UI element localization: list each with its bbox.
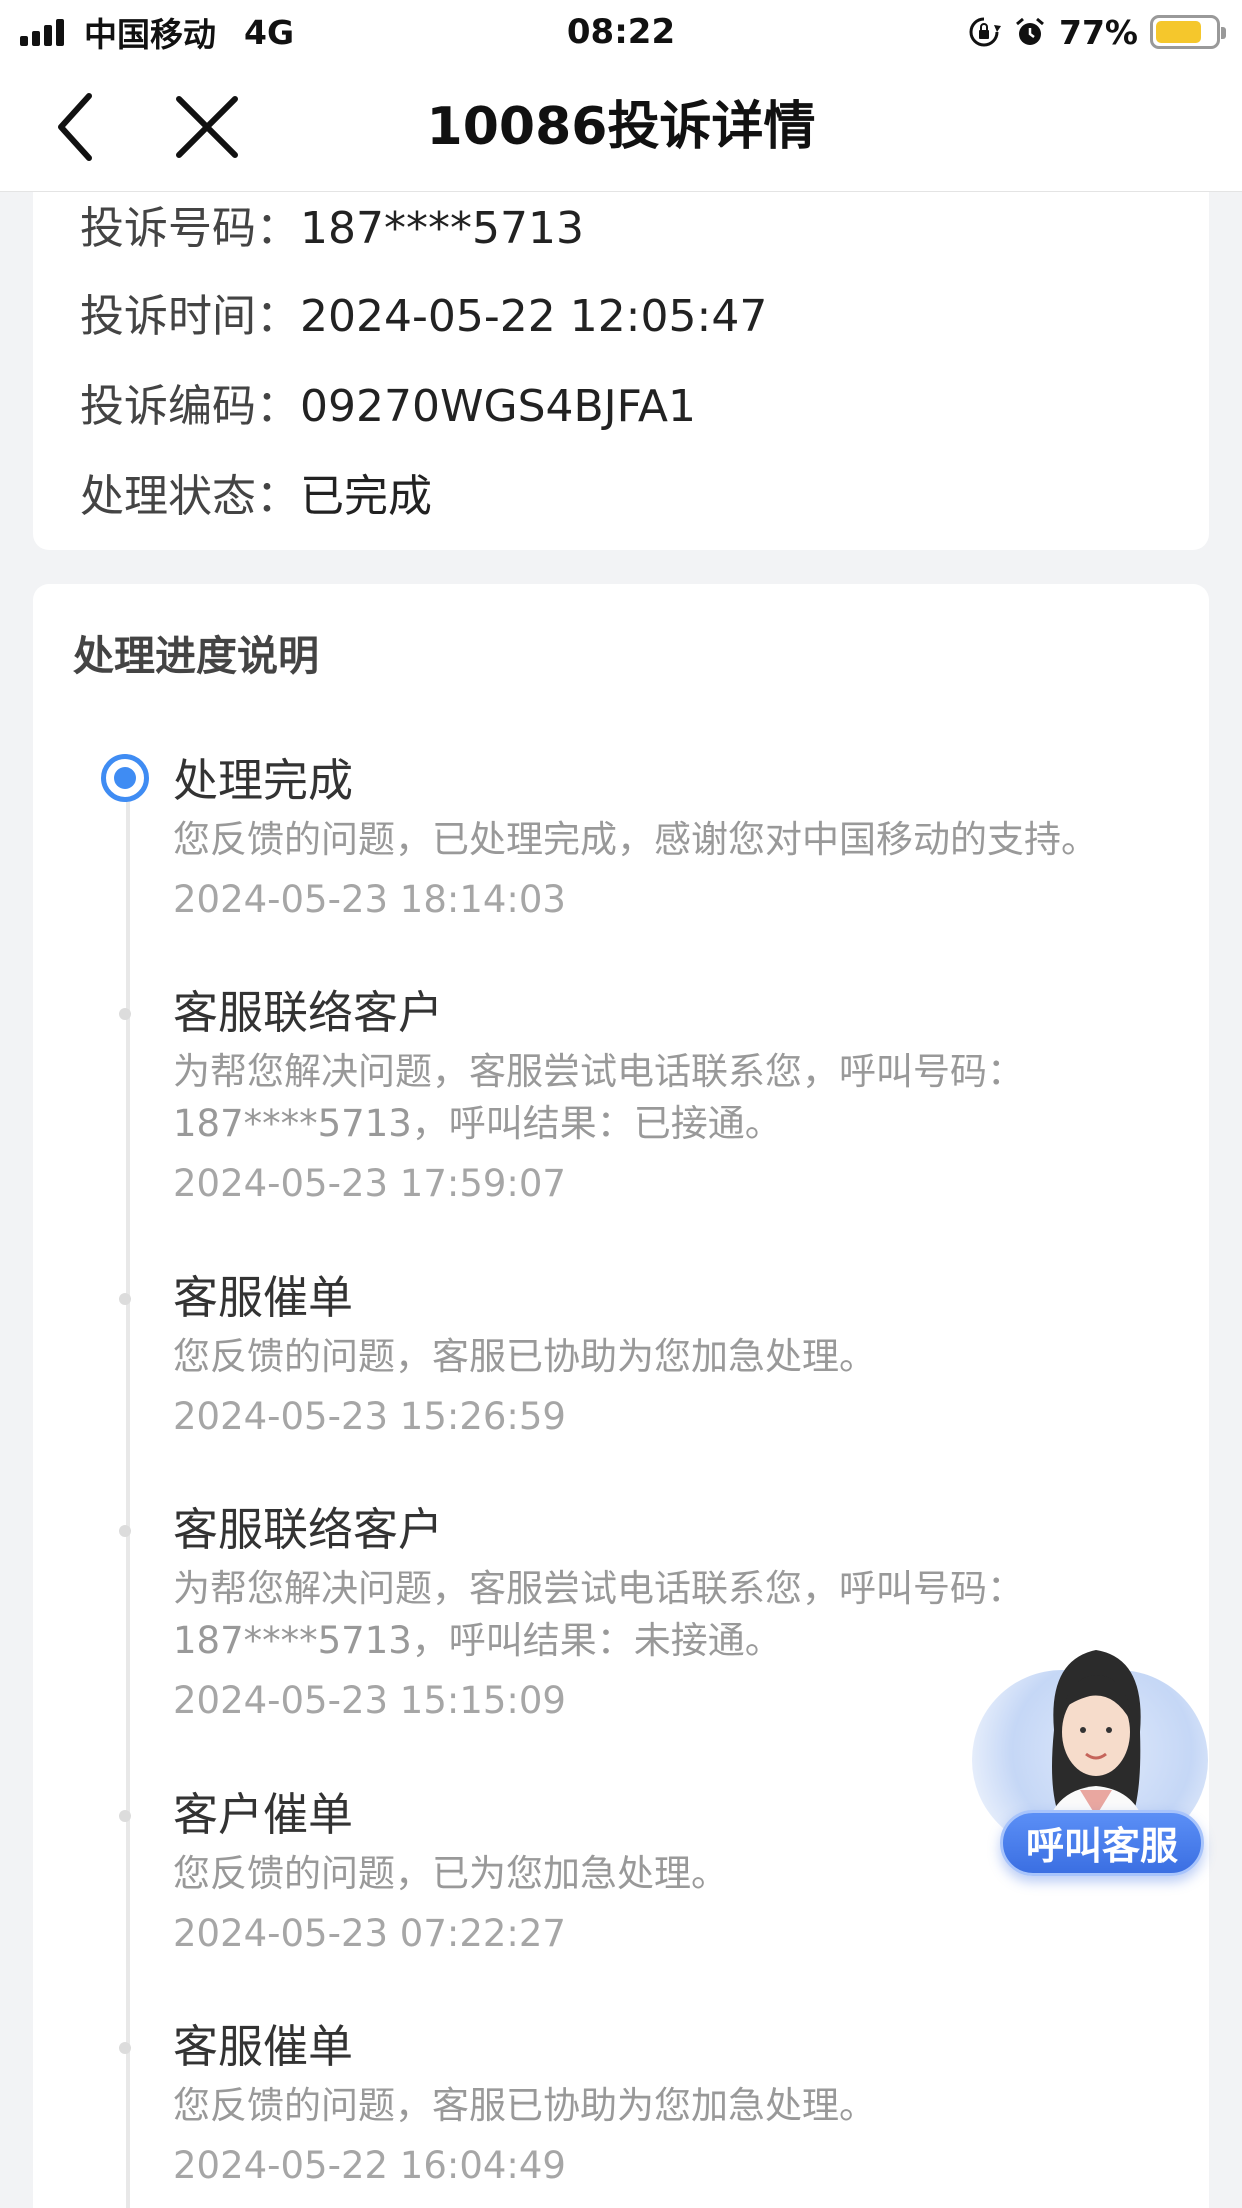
complaint-number-value: 187****5713 — [300, 203, 584, 254]
complaint-code-label: 投诉编码： — [80, 381, 300, 432]
timeline-item-title: 处理完成 — [173, 754, 354, 807]
call-service-float[interactable]: 呼叫客服 — [966, 1640, 1216, 1890]
status-row: 处理状态：已完成 — [80, 460, 432, 524]
status-bar: 中国移动 4G 08:22 77% — [0, 0, 1242, 62]
complaint-number-row: 投诉号码：187****5713 — [80, 192, 584, 256]
complaint-time-label: 投诉时间： — [80, 291, 300, 342]
complaint-time-row: 投诉时间：2024-05-22 12:05:47 — [80, 280, 767, 344]
timeline-item-title: 客服联络客户 — [173, 986, 444, 1039]
timeline-item: 客服催单 您反馈的问题，客服已协助为您加急处理。 2024-05-23 15:2… — [119, 1269, 1173, 1443]
timeline-item-desc: 您反馈的问题，客服已协助为您加急处理。 — [173, 1335, 876, 1378]
alarm-icon — [1016, 17, 1044, 45]
timeline-item-desc: 您反馈的问题，客服已协助为您加急处理。 — [173, 2084, 876, 2127]
timeline-item-time: 2024-05-23 07:22:27 — [173, 1912, 566, 1955]
section-title: 处理进度说明 — [73, 632, 319, 680]
timeline-dot-icon — [119, 2042, 131, 2054]
timeline-line — [126, 784, 130, 2208]
timeline-item-title: 客服联络客户 — [173, 1503, 444, 1556]
timeline-dot-icon — [119, 1810, 131, 1822]
status-label: 处理状态： — [80, 471, 300, 522]
timeline-item-title: 客服催单 — [173, 2020, 354, 2073]
timeline-dot-icon — [119, 1293, 131, 1305]
timeline-item: 客服催单 您反馈的问题，客服已协助为您加急处理。 2024-05-22 16:0… — [119, 2018, 1173, 2192]
timeline-item-time: 2024-05-23 17:59:07 — [173, 1162, 566, 1205]
page-title: 10086投诉详情 — [426, 97, 816, 157]
complaint-time-value: 2024-05-22 12:05:47 — [300, 291, 768, 342]
progress-card: 处理进度说明 处理完成 您反馈的问题，已处理完成，感谢您对中国移动的支持。 20… — [33, 584, 1209, 2208]
complaint-info-card: 投诉号码：187****5713 投诉时间：2024-05-22 12:05:4… — [33, 192, 1209, 550]
timeline-item: 客服联络客户 为帮您解决问题，客服尝试电话联系您，呼叫号码：187****571… — [119, 984, 1173, 1210]
timeline-item-title: 客服催单 — [173, 1271, 354, 1324]
timeline-item-time: 2024-05-23 15:26:59 — [173, 1395, 566, 1438]
complaint-number-label: 投诉号码： — [80, 203, 300, 254]
timeline-item-desc: 您反馈的问题，已处理完成，感谢您对中国移动的支持。 — [173, 818, 1098, 861]
status-right: 77% — [967, 10, 1226, 54]
timeline-item-time: 2024-05-22 16:04:49 — [173, 2144, 566, 2187]
timeline-active-dot-icon — [101, 754, 149, 802]
battery-icon — [1150, 15, 1226, 49]
timeline-item: 处理完成 您反馈的问题，已处理完成，感谢您对中国移动的支持。 2024-05-2… — [101, 752, 1173, 926]
complaint-code-value: 09270WGS4BJFA1 — [300, 381, 697, 432]
battery-percent: 77% — [1059, 12, 1138, 52]
timeline-dot-icon — [119, 1008, 131, 1020]
timeline-item-time: 2024-05-23 18:14:03 — [173, 878, 566, 921]
complaint-code-row: 投诉编码：09270WGS4BJFA1 — [80, 370, 696, 434]
call-service-button[interactable]: 呼叫客服 — [1000, 1810, 1204, 1876]
status-value: 已完成 — [300, 471, 432, 522]
rotation-lock-icon — [969, 17, 1001, 47]
timeline-dot-icon — [119, 1525, 131, 1537]
timeline-item-desc: 为帮您解决问题，客服尝试电话联系您，呼叫号码：187****5713，呼叫结果：… — [173, 1050, 1024, 1145]
battery-fill — [1156, 21, 1201, 43]
nav-bar: 10086投诉详情 — [0, 62, 1242, 192]
